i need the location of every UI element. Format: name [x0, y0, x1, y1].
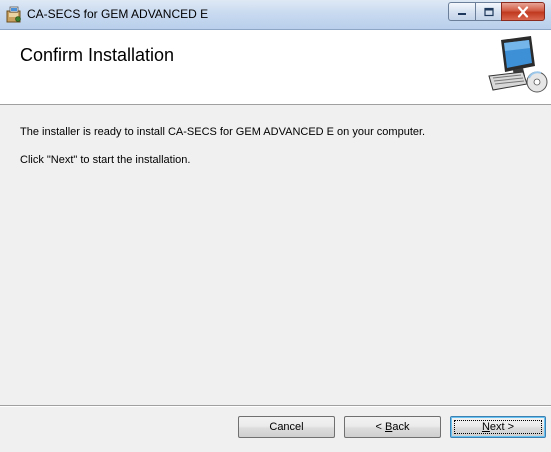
maximize-button[interactable] — [475, 2, 501, 21]
header-banner: Confirm Installation — [0, 30, 551, 105]
maximize-icon — [483, 7, 494, 16]
content-area: The installer is ready to install CA-SEC… — [0, 106, 551, 406]
title-bar[interactable]: CA-SECS for GEM ADVANCED E — [0, 0, 551, 30]
back-button-label: < Back — [375, 421, 410, 433]
close-icon — [517, 6, 529, 17]
cancel-button[interactable]: Cancel — [238, 416, 335, 438]
caption-buttons — [448, 2, 545, 21]
ready-message: The installer is ready to install CA-SEC… — [20, 126, 426, 138]
installer-icon — [6, 6, 21, 23]
next-button-label: Next > — [481, 421, 515, 433]
computer-setup-icon — [488, 36, 548, 93]
page-title: Confirm Installation — [20, 45, 175, 65]
next-button[interactable]: Next > — [450, 416, 546, 438]
minimize-icon — [458, 12, 466, 15]
window-title: CA-SECS for GEM ADVANCED E — [27, 7, 209, 21]
back-button[interactable]: < Back — [344, 416, 441, 438]
minimize-button[interactable] — [448, 2, 475, 21]
installer-window: CA-SECS for GEM ADVANCED E Confirm Insta… — [0, 0, 551, 452]
footer-divider — [0, 405, 551, 407]
close-button[interactable] — [501, 2, 545, 21]
cancel-button-label: Cancel — [269, 421, 304, 433]
instruction-message: Click "Next" to start the installation. — [20, 154, 191, 166]
